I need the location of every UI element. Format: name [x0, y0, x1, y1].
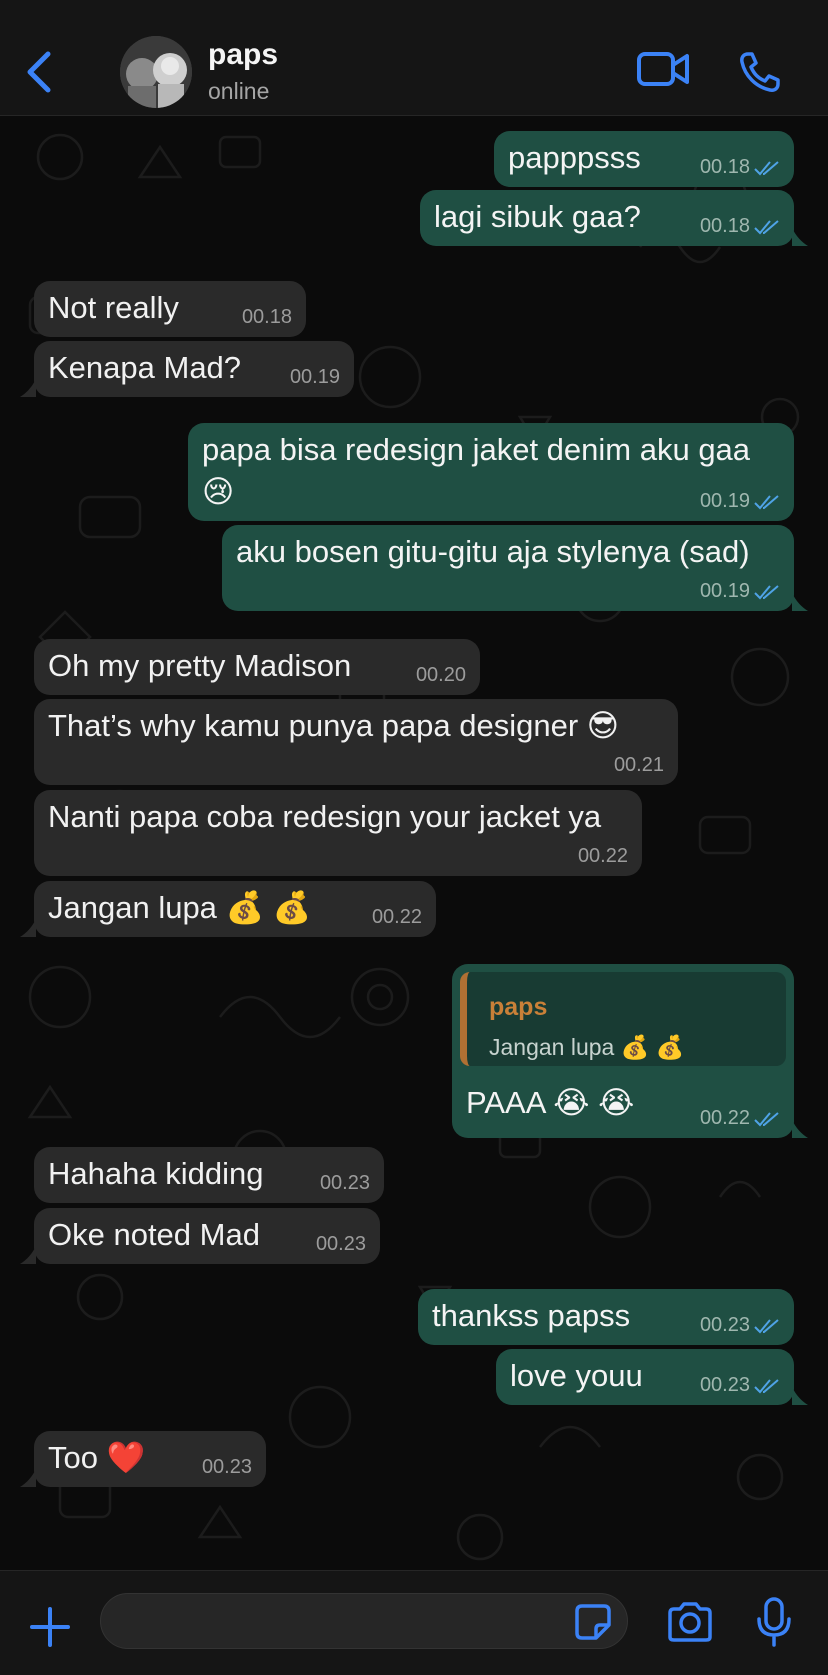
video-camera-icon[interactable]: [636, 50, 690, 88]
quoted-message[interactable]: paps Jangan lupa 💰 💰: [460, 972, 786, 1066]
message-text: Oh my pretty Madison: [48, 648, 352, 683]
read-receipt-icon: [754, 494, 779, 510]
message-time: 00.22: [700, 1108, 780, 1128]
incoming-message[interactable]: Not really 00.18: [34, 281, 306, 337]
message-text: Jangan lupa 💰 💰: [48, 890, 312, 925]
incoming-message[interactable]: Kenapa Mad? 00.19: [34, 341, 354, 397]
chat-area[interactable]: papppsss 00.18 lagi sibuk gaa? 00.18 Not…: [0, 117, 828, 1570]
message-input[interactable]: [100, 1593, 628, 1649]
read-receipt-icon: [754, 1318, 779, 1334]
bubble-tail: [792, 593, 808, 611]
read-receipt-icon: [754, 584, 779, 600]
incoming-message[interactable]: Too ❤️ 00.23: [34, 1431, 266, 1487]
incoming-message[interactable]: Oh my pretty Madison 00.20: [34, 639, 480, 695]
read-receipt-icon: [754, 1111, 779, 1127]
bubble-tail: [20, 379, 36, 397]
quoted-text: Jangan lupa 💰 💰: [489, 1034, 685, 1060]
incoming-message[interactable]: Oke noted Mad 00.23: [34, 1208, 380, 1264]
message-time: 00.19: [700, 581, 780, 601]
message-time: 00.22: [577, 845, 628, 867]
incoming-message[interactable]: Nanti papa coba redesign your jacket ya …: [34, 790, 642, 876]
message-time: 00.18: [700, 216, 780, 236]
message-time: 00.19: [289, 366, 340, 388]
outgoing-message[interactable]: papa bisa redesign jaket denim aku gaa 😢…: [188, 423, 794, 521]
outgoing-message[interactable]: lagi sibuk gaa? 00.18: [420, 190, 794, 246]
bubble-tail: [792, 228, 808, 246]
outgoing-message[interactable]: papppsss 00.18: [494, 131, 794, 187]
sticker-icon[interactable]: [574, 1603, 612, 1641]
read-receipt-icon: [754, 1378, 779, 1394]
outgoing-message[interactable]: aku bosen gitu-gitu aja stylenya (sad) 0…: [222, 525, 794, 611]
read-receipt-icon: [754, 219, 779, 235]
read-receipt-icon: [754, 160, 779, 176]
quoted-sender: paps: [489, 993, 548, 1021]
outgoing-reply-message[interactable]: paps Jangan lupa 💰 💰 PAAA 😭 😭 00.22: [452, 964, 794, 1138]
microphone-icon[interactable]: [756, 1597, 792, 1647]
message-time: 00.23: [700, 1315, 780, 1335]
chevron-left-icon[interactable]: [22, 48, 56, 96]
incoming-message[interactable]: Hahaha kidding 00.23: [34, 1147, 384, 1203]
contact-name[interactable]: paps: [208, 38, 278, 72]
message-time: 00.23: [319, 1172, 370, 1194]
bubble-tail: [20, 919, 36, 937]
message-time: 00.21: [613, 754, 664, 776]
message-emoji: 😢: [202, 474, 235, 509]
message-time: 00.18: [700, 157, 780, 177]
message-text: papa bisa redesign jaket denim aku gaa: [202, 432, 751, 467]
outgoing-message[interactable]: love youu 00.23: [496, 1349, 794, 1405]
message-time: 00.18: [241, 306, 292, 328]
outgoing-message[interactable]: thankss papss 00.23: [418, 1289, 794, 1345]
message-text: Nanti papa coba redesign your jacket ya: [48, 799, 602, 834]
composer-bar: [0, 1570, 828, 1675]
chat-header: paps online: [0, 0, 828, 116]
phone-icon[interactable]: [738, 50, 782, 94]
message-text: That’s why kamu punya papa designer 😎: [48, 708, 620, 743]
incoming-message[interactable]: That’s why kamu punya papa designer 😎 00…: [34, 699, 678, 785]
message-time: 00.23: [201, 1456, 252, 1478]
bubble-tail: [20, 1469, 36, 1487]
bubble-tail: [792, 1120, 808, 1138]
avatar[interactable]: [120, 36, 192, 108]
message-text: aku bosen gitu-gitu aja stylenya (sad): [236, 534, 750, 569]
message-time: 00.23: [700, 1375, 780, 1395]
message-time: 00.23: [315, 1233, 366, 1255]
message-text: PAAA 😭 😭: [466, 1085, 635, 1120]
camera-icon[interactable]: [666, 1601, 714, 1643]
bubble-tail: [792, 1387, 808, 1405]
contact-status: online: [208, 78, 270, 104]
incoming-message[interactable]: Jangan lupa 💰 💰 00.22: [34, 881, 436, 937]
message-time: 00.19: [700, 491, 780, 511]
bubble-tail: [20, 1246, 36, 1264]
message-time: 00.22: [371, 906, 422, 928]
plus-icon[interactable]: [28, 1605, 72, 1649]
message-time: 00.20: [415, 664, 466, 686]
